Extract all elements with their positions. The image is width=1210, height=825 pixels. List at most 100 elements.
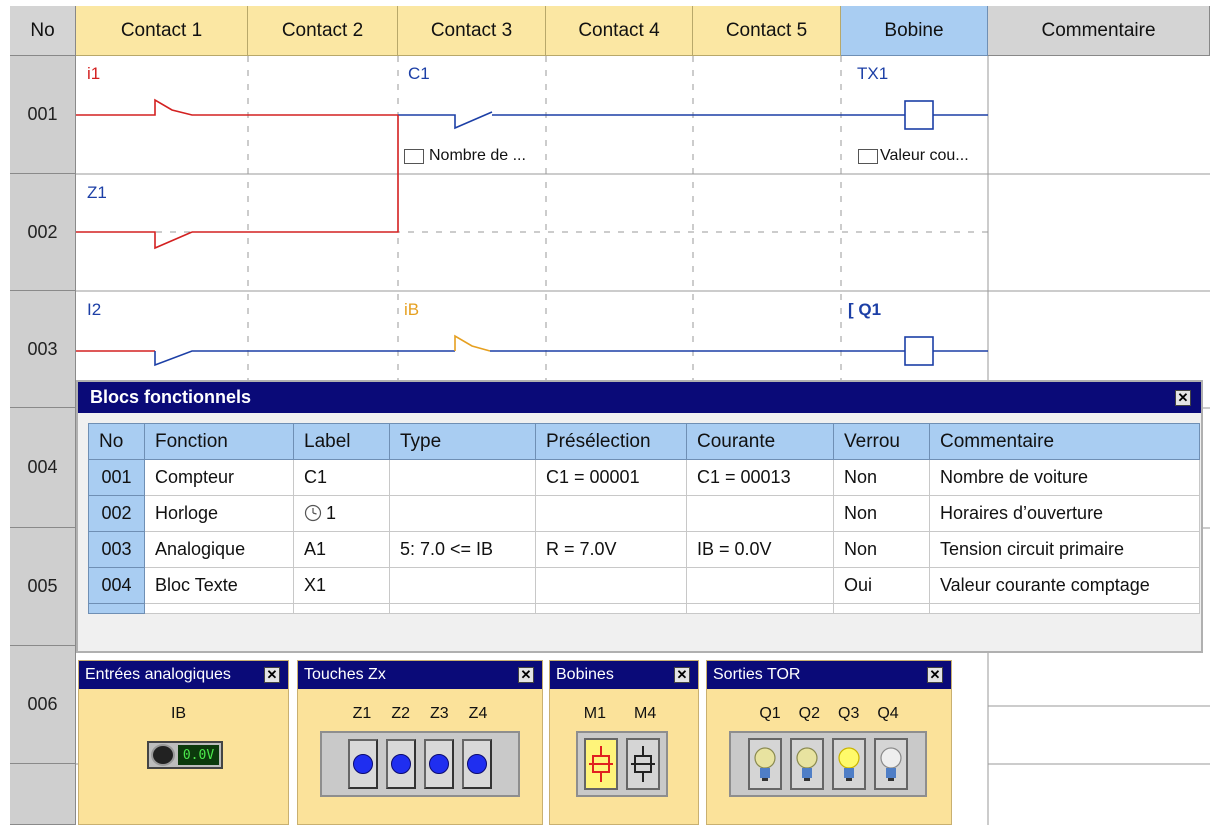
row-no[interactable]: 004 bbox=[88, 567, 145, 604]
table-row[interactable]: 002 Horloge 1 Non Horaires d’ouverture bbox=[88, 495, 1200, 532]
cell-fonction[interactable]: Bloc Texte bbox=[144, 567, 294, 604]
blocs-fonctionnels-window: Blocs fonctionnels ✕ No Fonction Label T… bbox=[76, 380, 1203, 653]
output-q4[interactable] bbox=[874, 738, 908, 790]
contact-label-ib[interactable]: iB bbox=[404, 300, 419, 320]
cell-type[interactable] bbox=[389, 567, 536, 604]
cell-commentaire[interactable]: Horaires d’ouverture bbox=[929, 495, 1200, 532]
comment-tx1[interactable]: Valeur cou... bbox=[858, 147, 969, 165]
comment-c1[interactable]: Nombre de ... bbox=[404, 147, 526, 165]
label-m1: M1 bbox=[583, 705, 606, 722]
label-q4: Q4 bbox=[877, 705, 899, 722]
contact-i2-open bbox=[154, 350, 455, 367]
cell-verrou[interactable]: Non bbox=[833, 495, 930, 532]
coil-m4[interactable] bbox=[626, 738, 660, 790]
close-icon[interactable]: ✕ bbox=[674, 667, 690, 683]
key-z2[interactable] bbox=[386, 739, 416, 789]
cell-verrou[interactable]: Non bbox=[833, 459, 930, 496]
key-z1[interactable] bbox=[348, 739, 378, 789]
palette-title: Touches Zx bbox=[304, 666, 386, 683]
palette-entrees-analogiques: Entrées analogiques ✕ IB 0.0V bbox=[78, 660, 289, 825]
cell-type[interactable] bbox=[389, 459, 536, 496]
cell-verrou[interactable]: Oui bbox=[833, 567, 930, 604]
cell-type[interactable] bbox=[389, 495, 536, 532]
coil-label-tx1[interactable]: TX1 bbox=[857, 64, 888, 84]
cell-preselection[interactable]: R = 7.0V bbox=[535, 531, 687, 568]
cell-label[interactable]: C1 bbox=[293, 459, 390, 496]
coil-icon bbox=[631, 746, 655, 782]
contact-c1-open bbox=[398, 111, 905, 130]
coil-tx1 bbox=[904, 100, 934, 130]
cell-label[interactable]: 1 bbox=[293, 495, 390, 532]
output-q3[interactable] bbox=[832, 738, 866, 790]
close-icon[interactable]: ✕ bbox=[927, 667, 943, 683]
contact-ib-closed bbox=[454, 334, 491, 352]
coils-tray bbox=[576, 731, 668, 797]
table-row[interactable]: 003 Analogique A1 5: 7.0 <= IB R = 7.0V … bbox=[88, 531, 1200, 568]
contact-i1-closed bbox=[76, 98, 398, 116]
palette-title: Sorties TOR bbox=[713, 666, 801, 683]
blocs-header-verrou[interactable]: Verrou bbox=[833, 423, 930, 460]
row-no[interactable]: 002 bbox=[88, 495, 145, 532]
cell-verrou[interactable]: Non bbox=[833, 531, 930, 568]
palette-labels: IB bbox=[69, 705, 288, 723]
cell-fonction[interactable]: Horloge bbox=[144, 495, 294, 532]
contact-label-z1[interactable]: Z1 bbox=[87, 183, 107, 203]
palette-title: Bobines bbox=[556, 666, 614, 683]
row-no[interactable]: 003 bbox=[88, 531, 145, 568]
palette-titlebar[interactable]: Entrées analogiques ✕ bbox=[79, 661, 288, 689]
blue-dot-icon bbox=[429, 754, 449, 774]
cell-preselection[interactable]: C1 = 00001 bbox=[535, 459, 687, 496]
cell-fonction[interactable]: Analogique bbox=[144, 531, 294, 568]
cell-courante[interactable]: C1 = 00013 bbox=[686, 459, 834, 496]
cell-preselection[interactable] bbox=[535, 495, 687, 532]
key-z4[interactable] bbox=[462, 739, 492, 789]
close-icon[interactable]: ✕ bbox=[264, 667, 280, 683]
palette-titlebar[interactable]: Sorties TOR ✕ bbox=[707, 661, 951, 689]
blocs-header-courante[interactable]: Courante bbox=[686, 423, 834, 460]
blue-dot-icon bbox=[467, 754, 487, 774]
cell-courante[interactable] bbox=[686, 567, 834, 604]
blocs-header-type[interactable]: Type bbox=[389, 423, 536, 460]
key-z3[interactable] bbox=[424, 739, 454, 789]
close-icon[interactable]: ✕ bbox=[518, 667, 534, 683]
contact-label-c1[interactable]: C1 bbox=[408, 64, 430, 84]
output-q1[interactable] bbox=[748, 738, 782, 790]
cell-label[interactable]: A1 bbox=[293, 531, 390, 568]
coil-label-q1[interactable]: [ Q1 bbox=[848, 300, 881, 320]
palette-labels: Z1 Z2 Z3 Z4 bbox=[298, 705, 542, 723]
blocs-header-fonction[interactable]: Fonction bbox=[144, 423, 294, 460]
blocs-header-commentaire[interactable]: Commentaire bbox=[929, 423, 1200, 460]
close-icon[interactable]: ✕ bbox=[1175, 389, 1191, 406]
blocs-header-label[interactable]: Label bbox=[293, 423, 390, 460]
coil-icon bbox=[589, 746, 613, 782]
palette-titlebar[interactable]: Touches Zx ✕ bbox=[298, 661, 542, 689]
coil-m1[interactable] bbox=[584, 738, 618, 790]
cell-commentaire[interactable]: Valeur courante comptage bbox=[929, 567, 1200, 604]
knob-icon[interactable] bbox=[151, 744, 175, 766]
cell-courante[interactable] bbox=[686, 495, 834, 532]
cell-preselection[interactable] bbox=[535, 567, 687, 604]
label-m4: M4 bbox=[634, 705, 657, 722]
cell-fonction[interactable]: Compteur bbox=[144, 459, 294, 496]
table-row[interactable]: 001 Compteur C1 C1 = 00001 C1 = 00013 No… bbox=[88, 459, 1200, 496]
palette-titlebar[interactable]: Bobines ✕ bbox=[550, 661, 698, 689]
blocs-fonctionnels-titlebar[interactable]: Blocs fonctionnels ✕ bbox=[78, 382, 1201, 413]
keys-tray bbox=[320, 731, 520, 797]
table-row[interactable]: 004 Bloc Texte X1 Oui Valeur courante co… bbox=[88, 567, 1200, 604]
blue-dot-icon bbox=[353, 754, 373, 774]
row-no[interactable]: 001 bbox=[88, 459, 145, 496]
blocs-header-no[interactable]: No bbox=[88, 423, 145, 460]
contact-label-i1[interactable]: i1 bbox=[87, 64, 100, 84]
rung-003 bbox=[76, 334, 988, 367]
output-q2[interactable] bbox=[790, 738, 824, 790]
cell-type[interactable]: 5: 7.0 <= IB bbox=[389, 531, 536, 568]
cell-label[interactable]: X1 bbox=[293, 567, 390, 604]
analog-input-ib[interactable]: 0.0V bbox=[147, 741, 223, 769]
blocs-header-preselection[interactable]: Présélection bbox=[535, 423, 687, 460]
cell-courante[interactable]: IB = 0.0V bbox=[686, 531, 834, 568]
palette-labels: Q1 Q2 Q3 Q4 bbox=[707, 705, 951, 723]
label-q3: Q3 bbox=[838, 705, 860, 722]
contact-label-i2[interactable]: I2 bbox=[87, 300, 101, 320]
cell-commentaire[interactable]: Nombre de voiture bbox=[929, 459, 1200, 496]
cell-commentaire[interactable]: Tension circuit primaire bbox=[929, 531, 1200, 568]
